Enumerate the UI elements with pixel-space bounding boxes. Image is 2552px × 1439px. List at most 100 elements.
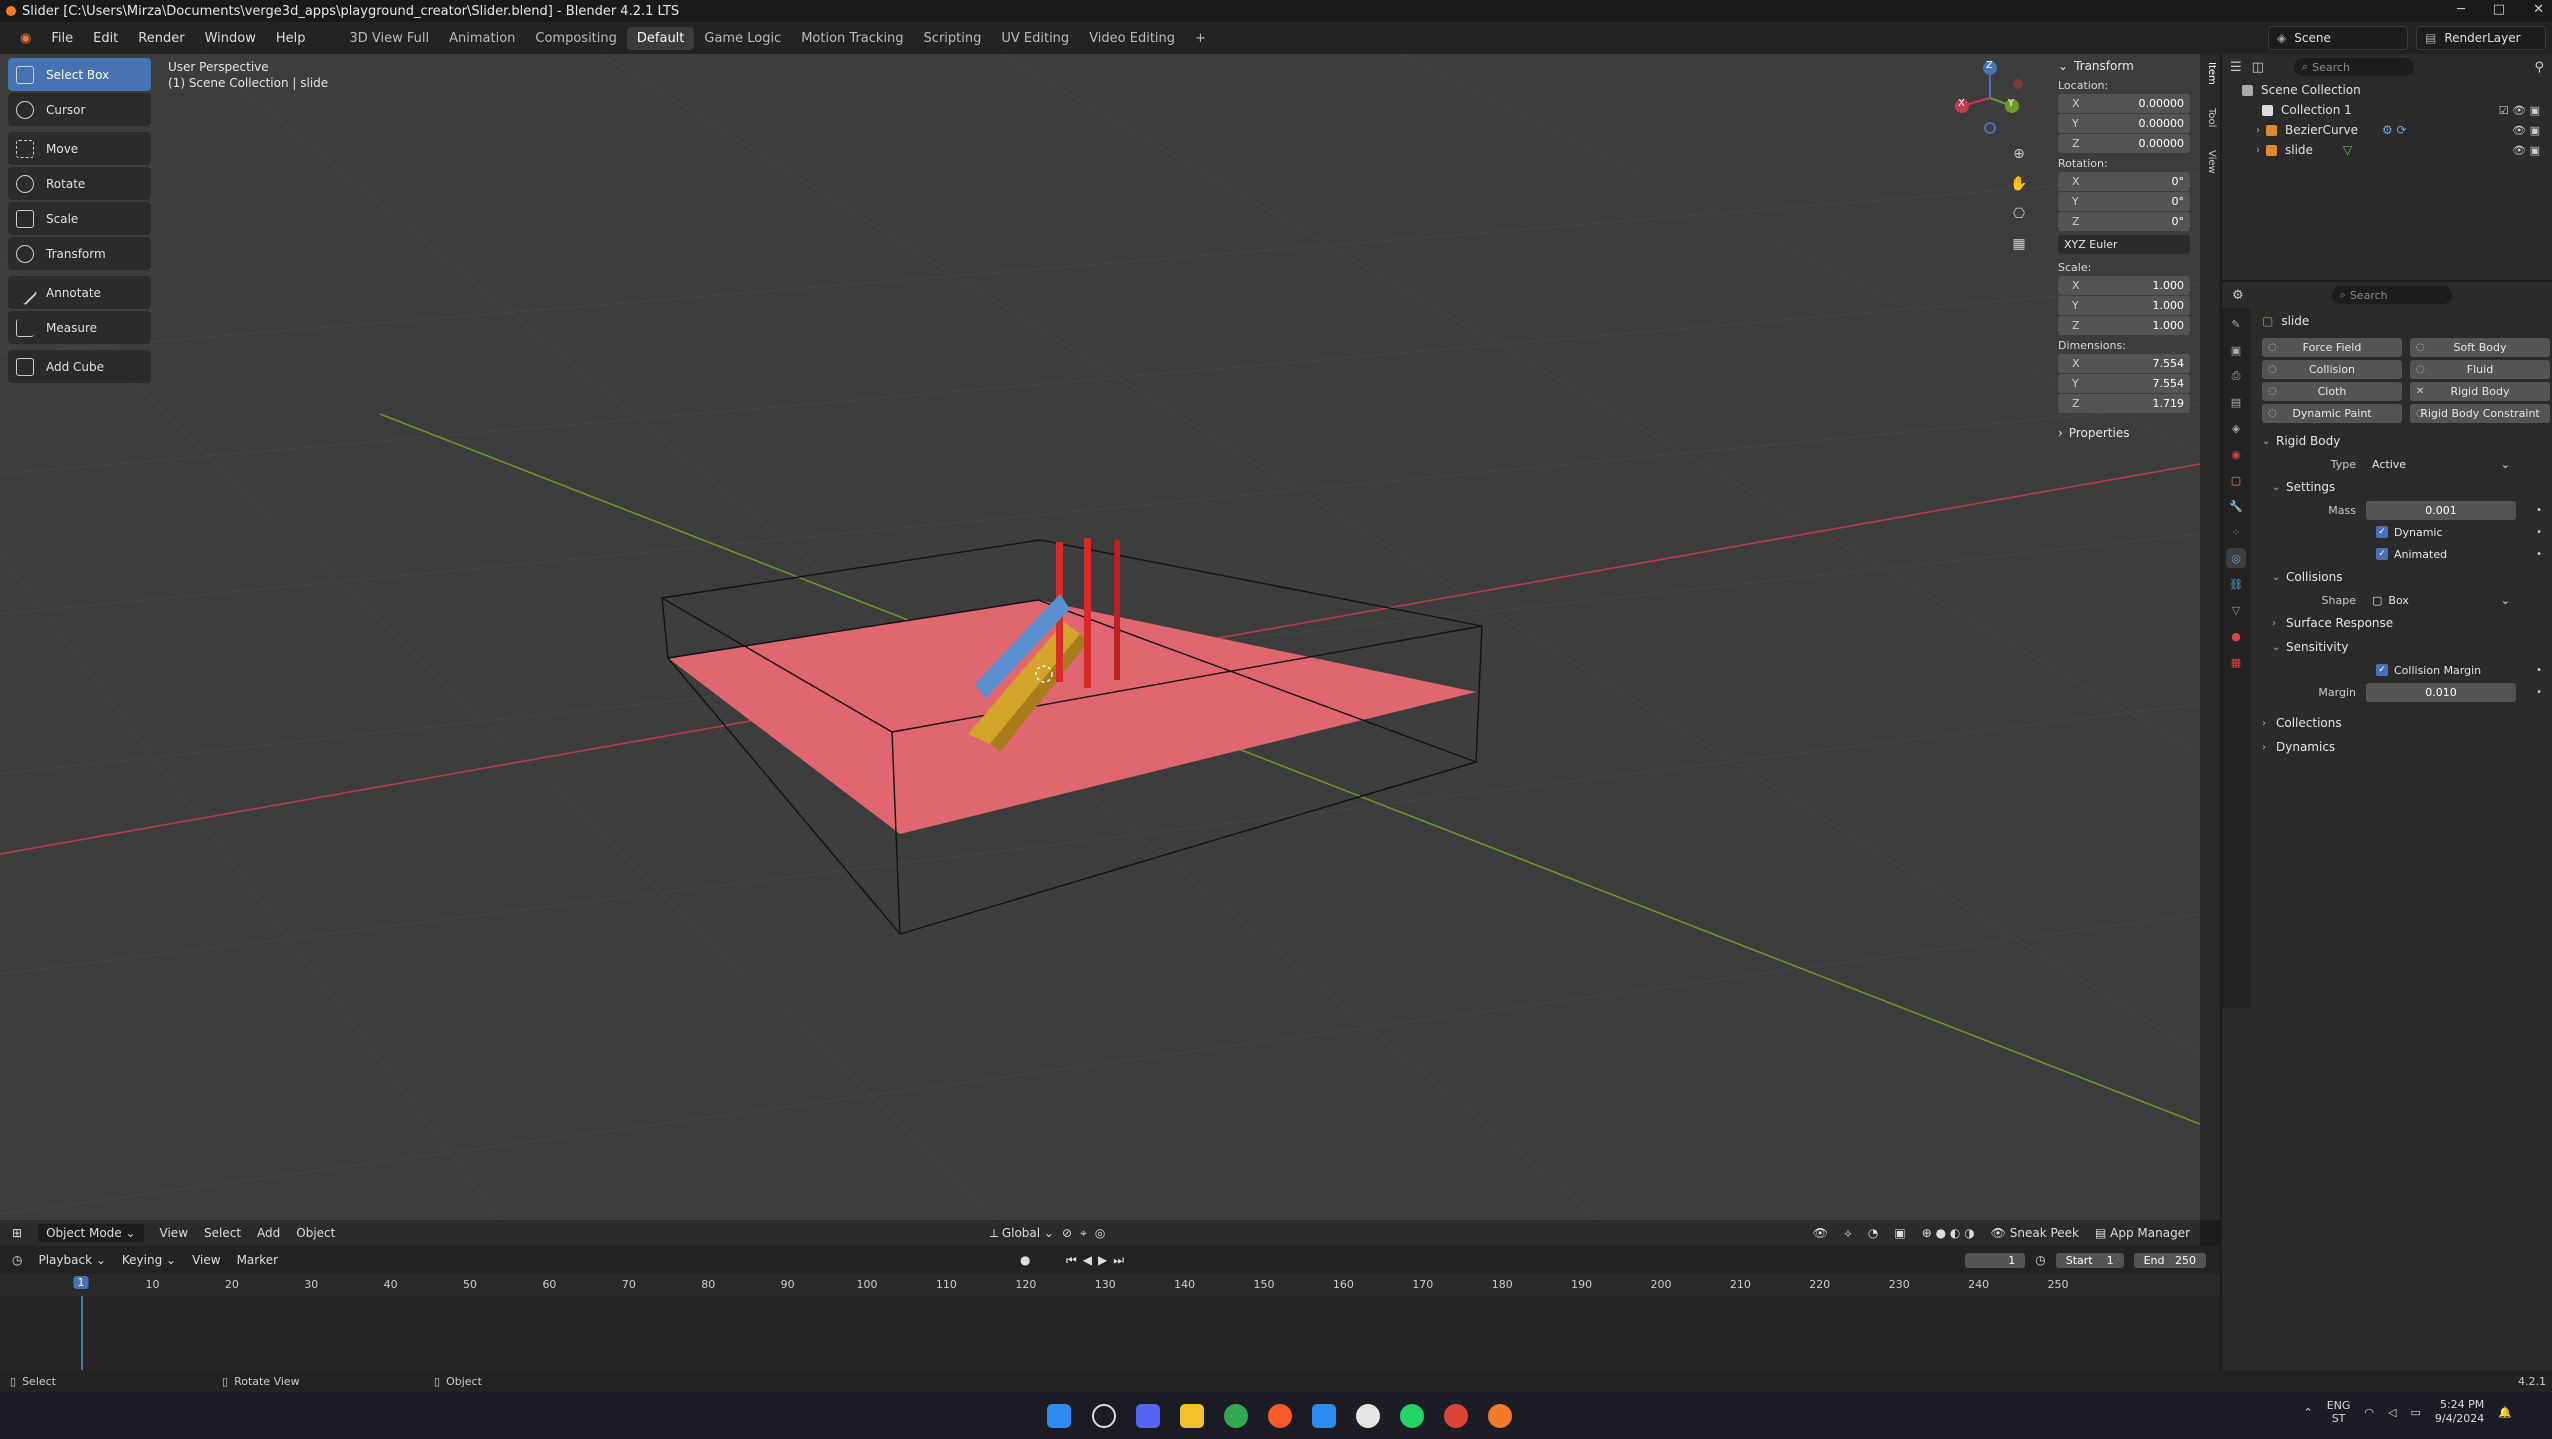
dynamic-paint-button[interactable]: ◌ Dynamic Paint (2262, 404, 2402, 423)
particles-tab-icon[interactable]: ⁘ (2226, 522, 2246, 542)
scene-selector[interactable]: ◈ Scene (2268, 26, 2408, 50)
windows-start-icon[interactable] (1047, 1404, 1071, 1428)
view-layer-tab-icon[interactable]: ▤ (2226, 392, 2246, 412)
dynamic-checkbox[interactable]: ✓ Dynamic (2376, 526, 2443, 539)
location-y-field[interactable]: Y 0.00000 (2058, 114, 2190, 133)
close-button[interactable]: ✕ (2533, 2, 2544, 17)
visibility-eye-icon[interactable]: 👁 ▣ (2512, 124, 2540, 137)
tool-annotate[interactable]: Annotate (8, 276, 151, 309)
sensitivity-section[interactable]: ⌄ Sensitivity (2256, 635, 2550, 659)
output-tab-icon[interactable]: ⎙ (2226, 366, 2246, 386)
properties-subpanel-header[interactable]: › Properties (2050, 423, 2200, 443)
volume-icon[interactable]: ◁ (2388, 1406, 2396, 1419)
rigid-body-type-dropdown[interactable]: Active ⌄ (2366, 454, 2516, 474)
world-tab-icon[interactable]: ◉ (2226, 444, 2246, 464)
outliner-editor-type-icon[interactable]: ☰ (2230, 60, 2242, 75)
view-layer-selector[interactable]: ▤ RenderLayer (2416, 26, 2546, 50)
brave-icon[interactable] (1268, 1404, 1292, 1428)
outliner-display-mode-icon[interactable]: ◫ (2252, 60, 2264, 75)
visibility-icon[interactable]: 👁 (1813, 1226, 1828, 1240)
gizmo-toggle-icon[interactable]: ⟡ (1844, 1226, 1852, 1241)
scene-tab-icon[interactable]: ◈ (2226, 418, 2246, 438)
tab-default[interactable]: Default (626, 26, 695, 50)
keyframe-dot-icon[interactable]: • (2536, 505, 2542, 516)
tab-video-editing[interactable]: Video Editing (1079, 27, 1185, 50)
end-frame-field[interactable]: End 250 (2133, 1252, 2206, 1268)
pan-hand-icon[interactable]: ✋ (2005, 170, 2033, 198)
tab-compositing[interactable]: Compositing (525, 27, 627, 50)
visibility-eye-icon[interactable]: ☑ 👁 ▣ (2499, 104, 2540, 117)
tool-scale[interactable]: Scale (8, 202, 151, 235)
location-z-field[interactable]: Z 0.00000 (2058, 134, 2190, 153)
pivot-icon[interactable]: ⊘ (1062, 1226, 1072, 1240)
object-mode-dropdown[interactable]: Object Mode ⌄ (38, 1224, 144, 1242)
maximize-button[interactable]: □ (2493, 2, 2505, 17)
tab-item[interactable]: Item (2203, 62, 2217, 85)
start-frame-field[interactable]: Start 1 (2055, 1252, 2124, 1268)
current-frame-marker[interactable]: 1 (73, 1276, 89, 1289)
transform-header[interactable]: ⌄ Transform (2050, 56, 2200, 76)
language-indicator[interactable]: ENG ST (2327, 1399, 2351, 1425)
rotation-z-field[interactable]: Z 0° (2058, 212, 2190, 231)
menu-file[interactable]: File (41, 31, 83, 46)
modifier-tab-icon[interactable]: 🔧 (2226, 496, 2246, 516)
notification-icon[interactable]: 🔔 (2498, 1406, 2512, 1419)
menu-select[interactable]: Select (204, 1226, 241, 1240)
settings-section[interactable]: ⌄ Settings (2256, 475, 2550, 499)
dimensions-x-field[interactable]: X 7.554 (2058, 354, 2190, 373)
ortho-grid-icon[interactable]: ▦ (2005, 230, 2033, 258)
cloth-button[interactable]: ◌ Cloth (2262, 382, 2402, 401)
discord-icon[interactable] (1136, 1404, 1160, 1428)
playback-controls-icon[interactable]: ⏮◀▶⏭ (1066, 1253, 1130, 1268)
menu-timeline-view[interactable]: View (192, 1253, 220, 1267)
constraints-tab-icon[interactable]: ⛓ (2226, 574, 2246, 594)
keyframe-dot-icon[interactable]: • (2536, 527, 2542, 538)
tool-transform[interactable]: Transform (8, 237, 151, 270)
properties-editor-type-icon[interactable]: ⚙ (2232, 288, 2244, 303)
menu-keying[interactable]: Keying ⌄ (122, 1253, 176, 1267)
menu-marker[interactable]: Marker (237, 1253, 278, 1267)
rigid-body-button[interactable]: ✕ Rigid Body (2410, 382, 2550, 401)
current-frame-field[interactable]: 1 (1965, 1252, 2026, 1268)
minimize-button[interactable]: ─ (2457, 2, 2465, 17)
menu-playback[interactable]: Playback ⌄ (38, 1253, 105, 1267)
physics-tab-icon[interactable]: ◎ (2226, 548, 2246, 568)
menu-window[interactable]: Window (195, 31, 266, 46)
menu-render[interactable]: Render (128, 31, 194, 46)
mass-field[interactable]: 0.001 (2366, 500, 2516, 520)
dimensions-y-field[interactable]: Y 7.554 (2058, 374, 2190, 393)
tab-view[interactable]: View (2203, 150, 2217, 174)
3d-viewport[interactable]: User Perspective (1) Scene Collection | … (0, 54, 2200, 1220)
menu-view[interactable]: View (160, 1226, 188, 1240)
filter-icon[interactable]: ⚲ (2534, 60, 2544, 75)
animated-checkbox[interactable]: ✓ Animated (2376, 548, 2447, 561)
whatsapp-icon[interactable] (1400, 1404, 1424, 1428)
margin-field[interactable]: 0.010 (2366, 682, 2516, 702)
timeline-ruler[interactable]: 1 10 20 30 40 50 60 70 80 90 100 110 120 130 140 150 160… (0, 1274, 2220, 1296)
timeline-editor-type-icon[interactable]: ◷ (12, 1253, 22, 1267)
render-tab-icon[interactable]: ▣ (2226, 340, 2246, 360)
file-explorer-icon[interactable] (1180, 1404, 1204, 1428)
tab-tool[interactable]: Tool (2203, 108, 2217, 127)
tab-3d-view-full[interactable]: 3D View Full (339, 27, 439, 50)
keyframe-dot-icon[interactable]: • (2536, 687, 2542, 698)
rotation-y-field[interactable]: Y 0° (2058, 192, 2190, 211)
rigid-body-section[interactable]: ⌄ Rigid Body (2256, 429, 2550, 453)
chrome-icon[interactable] (1224, 1404, 1248, 1428)
dynamics-section[interactable]: › Dynamics (2256, 735, 2550, 759)
blender-taskbar-icon[interactable] (1488, 1404, 1512, 1428)
fluid-button[interactable]: ◌ Fluid (2410, 360, 2550, 379)
visibility-eye-icon[interactable]: 👁 ▣ (2512, 144, 2540, 157)
camera-view-icon[interactable]: ⎔ (2005, 200, 2033, 228)
tool-cursor[interactable]: Cursor (8, 93, 151, 126)
collision-margin-checkbox[interactable]: ✓ Collision Margin (2376, 664, 2481, 677)
rotation-x-field[interactable]: X 0° (2058, 172, 2190, 191)
force-field-button[interactable]: ◌ Force Field (2262, 338, 2402, 357)
outliner-collection-1[interactable]: Collection 1 ☑ 👁 ▣ (2222, 100, 2552, 120)
vscode-icon[interactable] (1312, 1404, 1336, 1428)
add-workspace-button[interactable]: + (1185, 27, 1216, 50)
menu-help[interactable]: Help (266, 31, 316, 46)
tool-measure[interactable]: Measure (8, 311, 151, 344)
snap-icon[interactable]: ⌖ (1080, 1226, 1087, 1241)
tool-select-box[interactable]: Select Box (8, 58, 151, 91)
